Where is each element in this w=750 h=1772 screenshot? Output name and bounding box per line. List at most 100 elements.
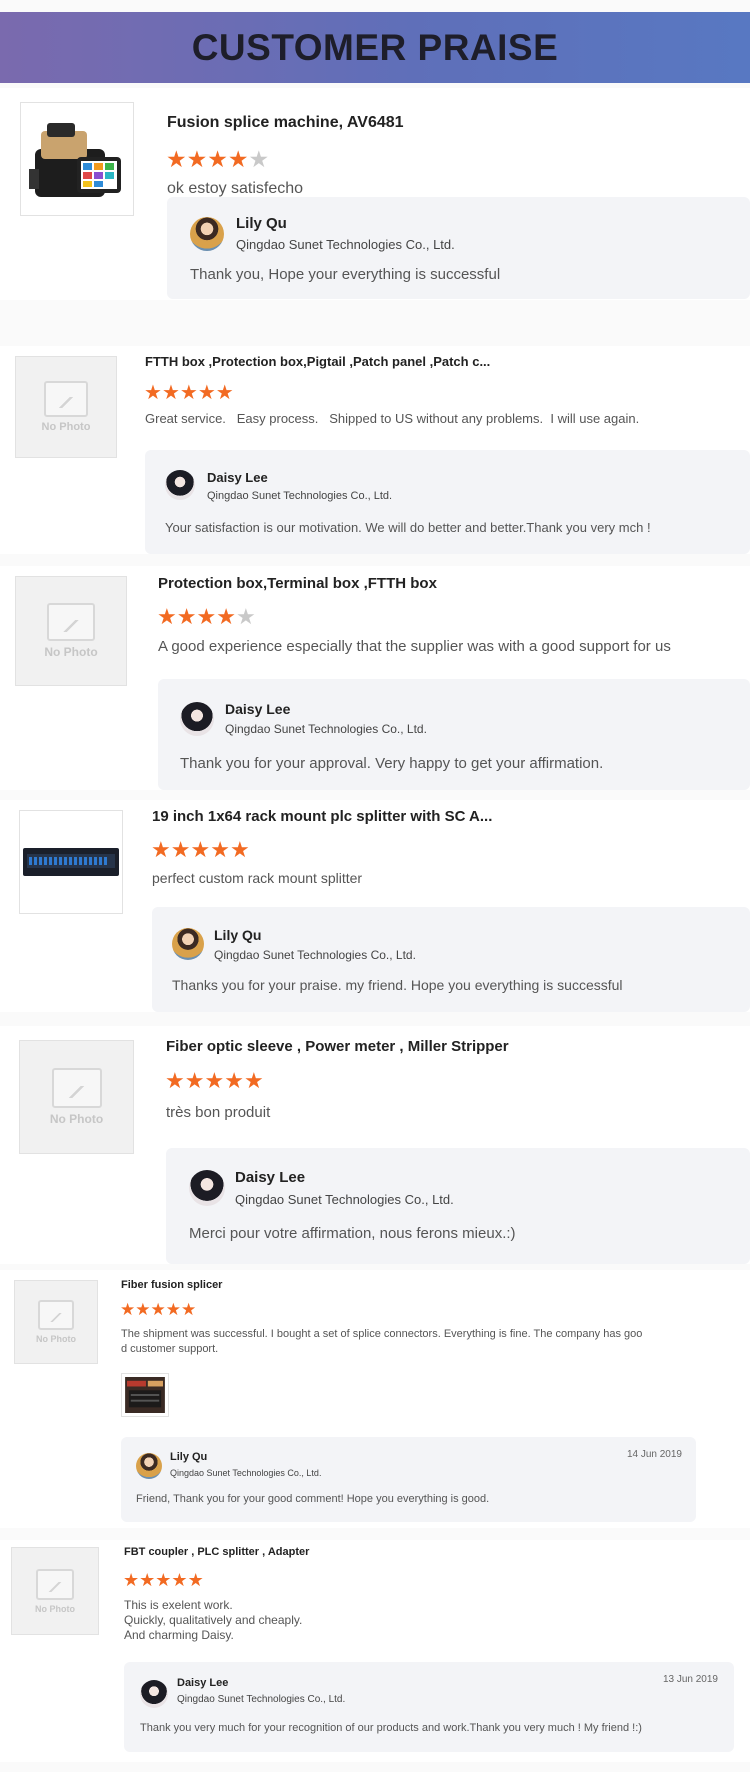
product-title[interactable]: FBT coupler , PLC splitter , Adapter — [124, 1546, 309, 1558]
reply-text: Your satisfaction is our motivation. We … — [165, 520, 651, 535]
star-filled-icon: ★ — [187, 1570, 204, 1590]
review-comment: Great service. Easy process. Shipped to … — [145, 411, 640, 426]
product-image[interactable] — [19, 810, 123, 914]
product-title[interactable]: Fiber optic sleeve , Power meter , Mille… — [166, 1038, 509, 1055]
review-attachment-image[interactable] — [121, 1373, 169, 1417]
reply-company: Qingdao Sunet Technologies Co., Ltd. — [225, 722, 427, 736]
star-filled-icon: ★ — [190, 837, 211, 862]
fusion-splicer-image — [29, 123, 121, 197]
star-filled-icon: ★ — [165, 1068, 185, 1093]
seller-reply: Daisy Lee Qingdao Sunet Technologies Co.… — [158, 679, 750, 790]
image-placeholder-icon — [51, 1068, 102, 1108]
comment-line: Quickly, qualitatively and cheaply. — [124, 1613, 303, 1627]
star-filled-icon: ★ — [150, 1300, 166, 1319]
reply-text: Thanks you for your praise. my friend. H… — [172, 977, 623, 993]
review-card: No Photo Fiber optic sleeve , Power mete… — [0, 1026, 750, 1264]
reply-author: Daisy Lee — [207, 470, 268, 485]
star-empty-icon: ★ — [248, 146, 270, 172]
rating-stars: ★ ★ ★ ★ ★ — [144, 380, 234, 405]
seller-reply: Daisy Lee Qingdao Sunet Technologies Co.… — [166, 1148, 750, 1264]
avatar — [140, 1680, 168, 1708]
star-filled-icon: ★ — [186, 146, 208, 172]
rating-stars: ★ ★ ★ ★ ★ — [157, 604, 256, 630]
avatar — [180, 702, 214, 736]
star-filled-icon: ★ — [210, 837, 230, 862]
product-title[interactable]: FTTH box ,Protection box,Pigtail ,Patch … — [145, 354, 490, 369]
star-filled-icon: ★ — [227, 146, 249, 172]
product-image[interactable]: No Photo — [15, 356, 117, 458]
review-card: No Photo FTTH box ,Protection box,Pigtai… — [0, 346, 750, 554]
product-image[interactable]: No Photo — [11, 1547, 99, 1635]
star-filled-icon: ★ — [170, 837, 191, 862]
reply-company: Qingdao Sunet Technologies Co., Ltd. — [236, 237, 455, 252]
reply-date: 14 Jun 2019 — [626, 1449, 682, 1460]
star-filled-icon: ★ — [176, 604, 197, 629]
comment-line: And charming Daisy. — [124, 1628, 234, 1642]
reply-author: Lily Qu — [214, 927, 262, 943]
reply-company: Qingdao Sunet Technologies Co., Ltd. — [170, 1468, 322, 1478]
avatar — [172, 928, 204, 960]
reply-date: 13 Jun 2019 — [662, 1674, 718, 1685]
star-filled-icon: ★ — [243, 1068, 264, 1093]
star-filled-icon: ★ — [184, 1068, 205, 1093]
rack-splitter-image — [23, 848, 119, 876]
product-title[interactable]: 19 inch 1x64 rack mount plc splitter wit… — [152, 808, 492, 825]
image-placeholder-icon — [38, 1300, 74, 1330]
star-filled-icon: ★ — [166, 146, 187, 172]
star-filled-icon: ★ — [165, 1300, 181, 1319]
reply-company: Qingdao Sunet Technologies Co., Ltd. — [214, 948, 416, 962]
avatar — [189, 1170, 225, 1206]
rating-stars: ★ ★ ★ ★ ★ — [166, 146, 269, 173]
product-title[interactable]: Protection box,Terminal box ,FTTH box — [158, 575, 437, 592]
seller-reply: Lily Qu Qingdao Sunet Technologies Co., … — [167, 197, 750, 299]
star-filled-icon: ★ — [139, 1570, 156, 1590]
star-filled-icon: ★ — [171, 1570, 188, 1590]
star-filled-icon: ★ — [204, 1068, 225, 1093]
review-comment: très bon produit — [166, 1104, 271, 1121]
customer-praise-page: CUSTOMER PRAISE Fusion splice machine, A… — [0, 0, 750, 1772]
star-filled-icon: ★ — [179, 382, 198, 404]
comment-line: This is exelent work. — [124, 1598, 233, 1612]
reply-text: Thank you very much for your recognition… — [140, 1722, 642, 1734]
avatar — [165, 470, 195, 500]
reply-text: Thank you, Hope your everything is succe… — [190, 266, 501, 283]
star-filled-icon: ★ — [135, 1300, 151, 1319]
no-photo-label: No Photo — [49, 1112, 104, 1126]
review-card: 19 inch 1x64 rack mount plc splitter wit… — [0, 800, 750, 1012]
seller-reply: Daisy Lee Qingdao Sunet Technologies Co.… — [124, 1662, 734, 1752]
product-title[interactable]: Fiber fusion splicer — [121, 1279, 222, 1291]
review-comment: ok estoy satisfecho — [167, 180, 304, 197]
avatar — [136, 1453, 162, 1479]
review-comment: perfect custom rack mount splitter — [152, 870, 363, 886]
image-placeholder-icon — [36, 1568, 74, 1600]
review-card: No Photo Fiber fusion splicer ★ ★ ★ ★ ★ The … — [0, 1270, 750, 1528]
reply-author: Lily Qu — [236, 215, 287, 232]
seller-reply: Lily Qu Qingdao Sunet Technologies Co., … — [121, 1437, 696, 1522]
review-comment: A good experience especially that the su… — [158, 638, 671, 655]
product-image[interactable] — [20, 102, 134, 216]
rating-stars: ★ ★ ★ ★ ★ — [123, 1570, 204, 1591]
product-image[interactable]: No Photo — [15, 576, 127, 686]
reply-text: Merci pour votre affirmation, nous feron… — [189, 1225, 516, 1242]
star-filled-icon: ★ — [229, 837, 250, 862]
star-filled-icon: ★ — [120, 1300, 136, 1319]
reply-company: Qingdao Sunet Technologies Co., Ltd. — [207, 490, 393, 502]
rating-stars: ★ ★ ★ ★ ★ — [165, 1068, 264, 1094]
product-title[interactable]: Fusion splice machine, AV6481 — [167, 114, 404, 132]
review-comment: The shipment was successful. I bought a … — [121, 1327, 642, 1357]
star-filled-icon: ★ — [157, 604, 177, 629]
product-image[interactable]: No Photo — [19, 1040, 134, 1154]
reply-text: Friend, Thank you for your good comment!… — [136, 1493, 490, 1505]
review-card: No Photo FBT coupler , PLC splitter , Ad… — [0, 1540, 750, 1762]
star-filled-icon: ★ — [155, 1570, 172, 1590]
reply-company: Qingdao Sunet Technologies Co., Ltd. — [177, 1694, 346, 1705]
rating-stars: ★ ★ ★ ★ ★ — [120, 1300, 196, 1320]
product-image[interactable]: No Photo — [14, 1280, 98, 1364]
avatar — [190, 217, 224, 251]
header-banner: CUSTOMER PRAISE — [0, 12, 750, 83]
seller-reply: Daisy Lee Qingdao Sunet Technologies Co.… — [145, 450, 750, 554]
review-comment: This is exelent work. Quickly, qualitati… — [124, 1598, 302, 1643]
star-filled-icon: ★ — [224, 1068, 244, 1093]
reply-text: Thank you for your approval. Very happy … — [180, 755, 604, 772]
reply-author: Daisy Lee — [235, 1169, 306, 1186]
